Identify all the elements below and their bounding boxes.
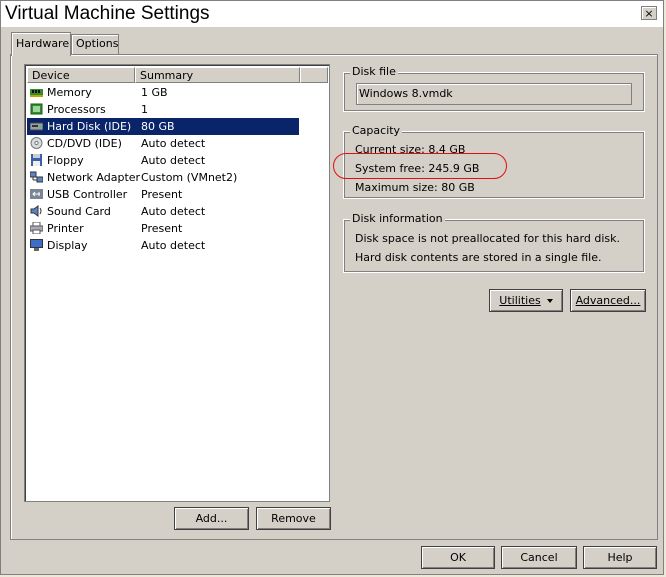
memory-icon xyxy=(30,89,43,97)
device-name: Processors xyxy=(47,103,106,116)
help-button-label: Help xyxy=(607,551,633,564)
device-row-memory[interactable]: Memory 1 GB xyxy=(27,84,299,101)
title-bar: Virtual Machine Settings × xyxy=(1,1,663,27)
device-name: CD/DVD (IDE) xyxy=(47,137,122,150)
device-row-display[interactable]: Display Auto detect xyxy=(27,237,299,254)
utilities-button[interactable]: Utilities xyxy=(489,289,563,312)
device-summary: Auto detect xyxy=(141,205,206,218)
display-icon xyxy=(30,239,43,251)
processor-icon xyxy=(30,103,43,115)
device-row-cd-dvd[interactable]: CD/DVD (IDE) Auto detect xyxy=(27,135,299,152)
advanced-button[interactable]: Advanced... xyxy=(570,289,646,312)
network-adapter-icon xyxy=(30,171,43,183)
device-summary: Auto detect xyxy=(141,239,206,252)
device-row-printer[interactable]: Printer Present xyxy=(27,220,299,237)
device-row-network-adapter[interactable]: Network Adapter Custom (VMnet2) xyxy=(27,169,299,186)
capacity-label: Capacity xyxy=(350,124,403,137)
disk-file-group: Disk file Windows 8.vmdk xyxy=(343,65,645,112)
device-summary: Auto detect xyxy=(141,154,206,167)
dropdown-arrow-icon xyxy=(546,299,553,303)
disk-file-field[interactable]: Windows 8.vmdk xyxy=(356,83,632,105)
vm-settings-window: Virtual Machine Settings × Hardware Opti… xyxy=(0,0,664,575)
tab-options-label: Options xyxy=(76,37,119,50)
device-name: Memory xyxy=(47,86,92,99)
device-summary: Present xyxy=(141,222,183,235)
remove-button-label: Remove xyxy=(271,512,316,525)
ok-button-label: OK xyxy=(450,551,466,564)
column-header-summary[interactable]: Summary xyxy=(135,67,300,83)
system-free-highlight-circle xyxy=(333,153,507,179)
device-name: USB Controller xyxy=(47,188,128,201)
device-summary: Custom (VMnet2) xyxy=(141,171,238,184)
device-summary: 1 GB xyxy=(141,86,168,99)
cd-dvd-icon xyxy=(30,137,43,149)
ok-button[interactable]: OK xyxy=(421,546,495,569)
disk-information-label: Disk information xyxy=(350,212,445,225)
disk-information-group: Disk information Disk space is not preal… xyxy=(343,212,645,273)
close-button[interactable]: × xyxy=(641,6,657,20)
cancel-button[interactable]: Cancel xyxy=(501,546,577,569)
device-name: Printer xyxy=(47,222,84,235)
device-summary: 80 GB xyxy=(141,120,175,133)
column-header-device[interactable]: Device xyxy=(27,67,135,83)
add-button-label: Add... xyxy=(195,512,228,525)
device-name: Floppy xyxy=(47,154,84,167)
column-device-label: Device xyxy=(32,69,70,82)
window-title: Virtual Machine Settings xyxy=(5,3,210,24)
device-row-processors[interactable]: Processors 1 xyxy=(27,101,299,118)
device-row-floppy[interactable]: Floppy Auto detect xyxy=(27,152,299,169)
tab-hardware[interactable]: Hardware xyxy=(11,32,71,56)
device-name: Hard Disk (IDE) xyxy=(47,120,132,133)
floppy-icon xyxy=(31,154,42,166)
tab-options[interactable]: Options xyxy=(71,34,119,54)
device-name: Display xyxy=(47,239,88,252)
sound-card-icon xyxy=(30,205,42,217)
cancel-button-label: Cancel xyxy=(520,551,558,564)
disk-file-label: Disk file xyxy=(350,65,398,78)
add-button[interactable]: Add... xyxy=(174,507,249,530)
printer-icon xyxy=(30,222,43,234)
maximum-size-text: Maximum size: 80 GB xyxy=(355,181,475,194)
disk-info-line-1: Disk space is not preallocated for this … xyxy=(355,232,620,245)
device-row-hard-disk[interactable]: Hard Disk (IDE) 80 GB xyxy=(27,118,299,135)
usb-icon xyxy=(30,189,43,199)
help-button[interactable]: Help xyxy=(583,546,657,569)
hardware-tab-panel: Device Summary Memory 1 GB Processors 1 … xyxy=(10,54,658,540)
disk-info-line-2: Hard disk contents are stored in a singl… xyxy=(355,251,602,264)
advanced-button-label: Advanced... xyxy=(575,294,641,307)
utilities-button-label: Utilities xyxy=(499,294,541,307)
column-summary-label: Summary xyxy=(140,69,194,82)
device-name: Sound Card xyxy=(47,205,111,218)
disk-file-value: Windows 8.vmdk xyxy=(359,87,453,100)
device-row-usb-controller[interactable]: USB Controller Present xyxy=(27,186,299,203)
hard-disk-icon xyxy=(30,122,43,131)
device-summary: Auto detect xyxy=(141,137,206,150)
device-name: Network Adapter xyxy=(47,171,141,184)
tab-hardware-label: Hardware xyxy=(16,37,70,50)
column-header-filler xyxy=(300,67,328,83)
device-row-sound-card[interactable]: Sound Card Auto detect xyxy=(27,203,299,220)
device-list[interactable]: Device Summary Memory 1 GB Processors 1 … xyxy=(24,64,330,502)
remove-button[interactable]: Remove xyxy=(256,507,331,530)
device-summary: 1 xyxy=(141,103,148,116)
close-icon: × xyxy=(644,7,654,20)
device-summary: Present xyxy=(141,188,183,201)
